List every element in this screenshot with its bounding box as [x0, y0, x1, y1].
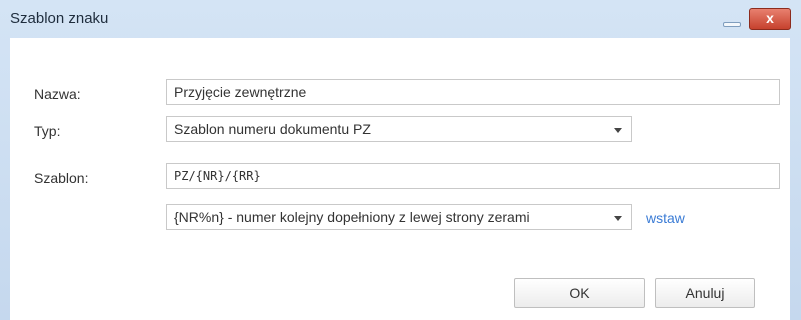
template-dialog: Szablon znaku x Nazwa: Przyjęcie zewnętr… [0, 0, 801, 320]
minimize-icon[interactable] [723, 22, 741, 27]
dialog-content: Nazwa: Przyjęcie zewnętrzne Typ: Szablon… [10, 38, 790, 320]
chevron-down-icon [614, 128, 622, 133]
cancel-button[interactable]: Anuluj [655, 278, 755, 308]
token-select-value: {NR%n} - numer kolejny dopełniony z lewe… [174, 209, 530, 225]
type-label: Typ: [34, 123, 61, 139]
close-icon[interactable]: x [749, 8, 791, 30]
ok-button[interactable]: OK [514, 278, 645, 308]
name-label: Nazwa: [34, 86, 81, 102]
insert-link[interactable]: wstaw [646, 210, 685, 226]
dialog-titlebar[interactable]: Szablon znaku x [0, 0, 801, 38]
dialog-title: Szablon znaku [10, 10, 109, 27]
template-label: Szablon: [34, 170, 89, 186]
name-field[interactable]: Przyjęcie zewnętrzne [166, 79, 780, 105]
type-select[interactable]: Szablon numeru dokumentu PZ [166, 116, 632, 142]
chevron-down-icon [614, 216, 622, 221]
type-select-value: Szablon numeru dokumentu PZ [174, 121, 371, 137]
template-field[interactable]: PZ/{NR}/{RR} [166, 163, 780, 189]
token-select[interactable]: {NR%n} - numer kolejny dopełniony z lewe… [166, 204, 632, 230]
